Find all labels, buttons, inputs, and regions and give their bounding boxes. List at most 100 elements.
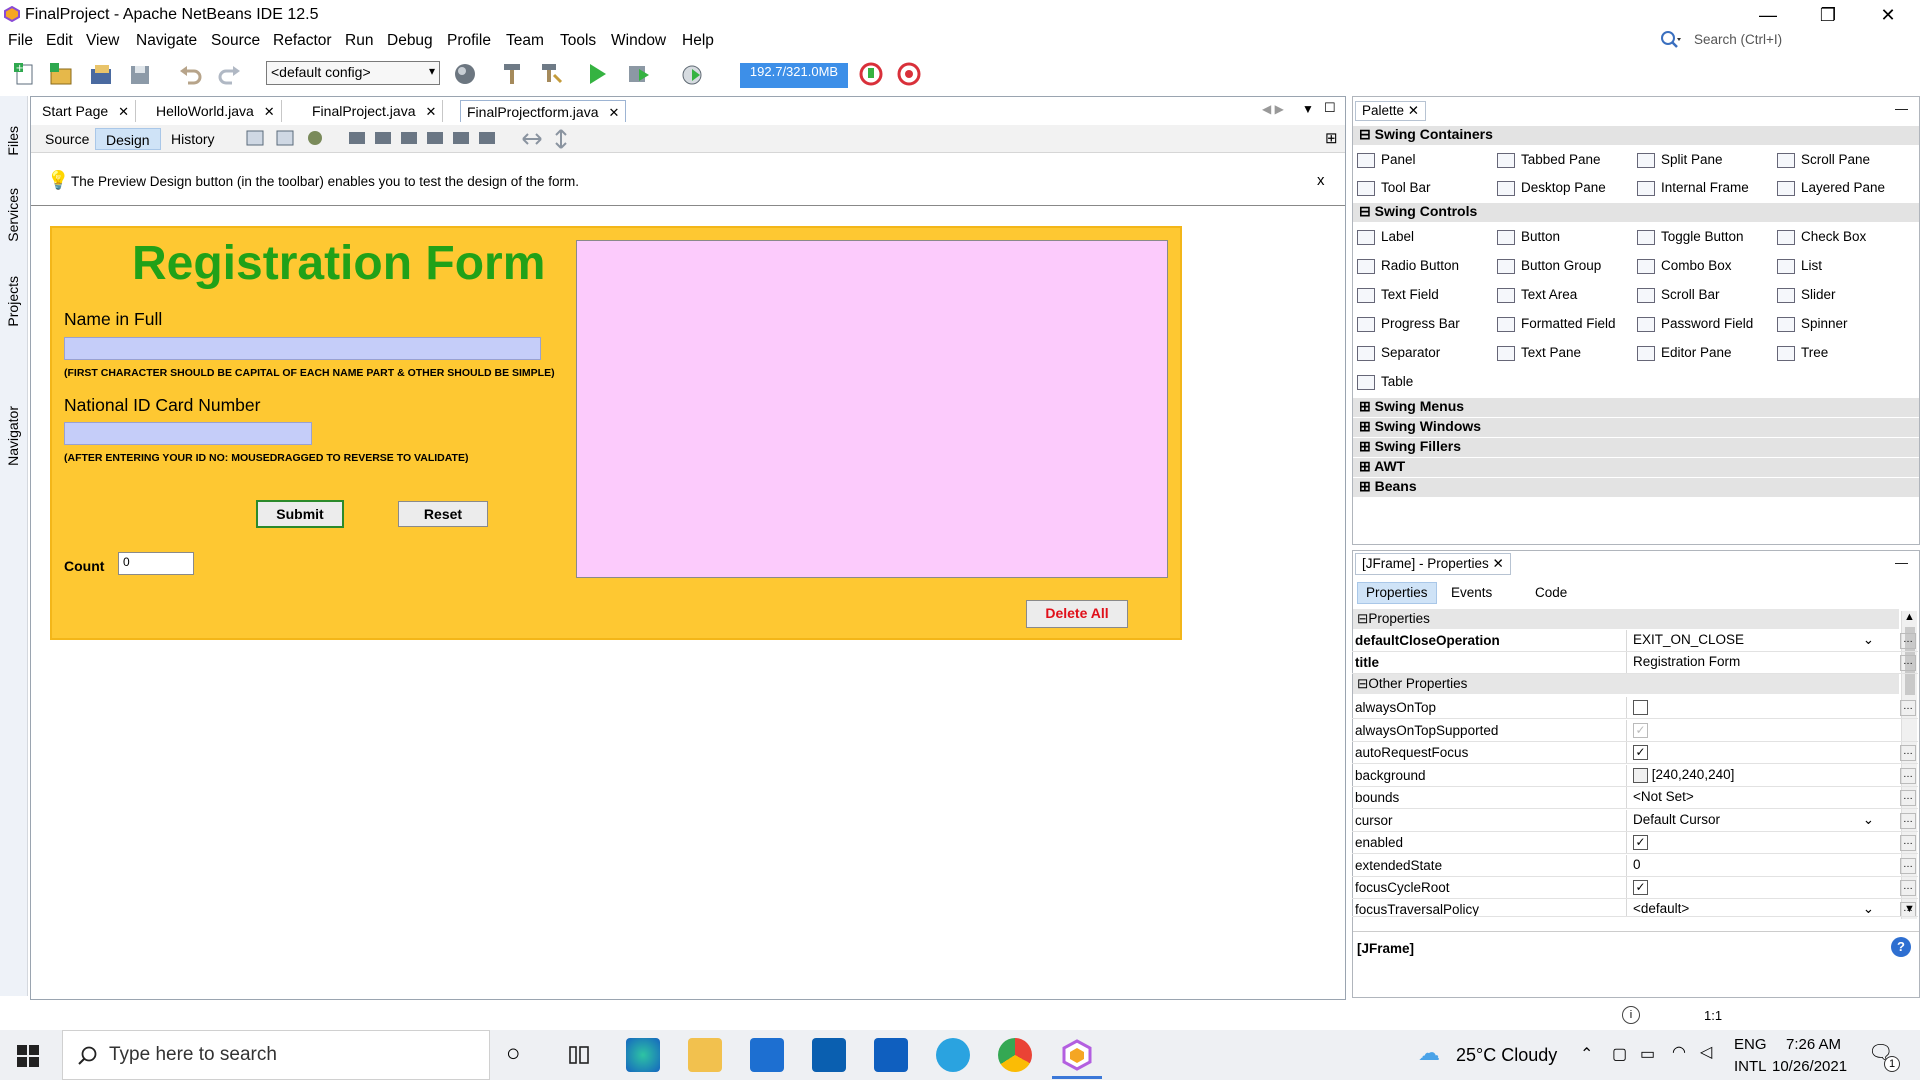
prop-value[interactable]: ✓ (1626, 742, 1878, 763)
minimize-button[interactable]: — (1740, 0, 1796, 30)
netbeans-taskbar-icon[interactable] (1060, 1038, 1094, 1072)
palette-item-progress-bar[interactable]: Progress Bar (1355, 316, 1460, 332)
prop-value[interactable]: 0 (1626, 855, 1878, 876)
checkbox-checked[interactable]: ✓ (1633, 879, 1648, 895)
delete-all-button[interactable]: Delete All (1026, 600, 1128, 628)
undo-icon[interactable] (178, 61, 204, 87)
palette-item-radio-button[interactable]: Radio Button (1355, 258, 1459, 274)
side-tab-services[interactable]: Services (5, 188, 21, 242)
alignment-icons[interactable] (347, 128, 507, 150)
memory-indicator[interactable]: 192.7/321.0MB (740, 63, 848, 88)
menu-edit[interactable]: Edit (46, 32, 73, 50)
ellipsis-button[interactable]: … (1900, 835, 1916, 851)
ellipsis-button[interactable]: … (1900, 700, 1916, 716)
palette-item-tabbed-pane[interactable]: Tabbed Pane (1495, 152, 1601, 168)
palette-item-slider[interactable]: Slider (1775, 287, 1836, 303)
minimize-panel-icon[interactable]: — (1895, 101, 1908, 116)
prop-row-title[interactable]: title Registration Form… (1352, 652, 1918, 674)
tab-design[interactable]: Design (95, 128, 161, 150)
section-swing-containers[interactable]: ⊟ Swing Containers (1353, 126, 1919, 145)
palette-item-toggle-button[interactable]: Toggle Button (1635, 229, 1744, 245)
tab-finalprojectform[interactable]: FinalProjectform.java ✕ (460, 100, 627, 122)
menu-navigate[interactable]: Navigate (136, 32, 197, 50)
palette-item-text-pane[interactable]: Text Pane (1495, 345, 1581, 361)
prop-row-bounds[interactable]: bounds <Not Set>… (1352, 787, 1918, 809)
prop-row-auto-request-focus[interactable]: autoRequestFocus ✓… (1352, 742, 1918, 764)
prop-value[interactable]: Registration Form (1626, 652, 1878, 673)
weather-icon[interactable]: ☁ (1418, 1040, 1440, 1066)
close-icon[interactable]: ✕ (264, 104, 275, 119)
profile-project-icon[interactable] (680, 61, 706, 87)
clock-time[interactable]: 7:26 AM (1786, 1036, 1841, 1053)
run-project-icon[interactable] (584, 61, 610, 87)
menu-help[interactable]: Help (682, 32, 714, 50)
palette-item-text-area[interactable]: Text Area (1495, 287, 1577, 303)
prop-row-always-on-top[interactable]: alwaysOnTop… (1352, 697, 1918, 719)
prop-value[interactable]: <Not Set> (1626, 787, 1878, 808)
input-layout[interactable]: INTL (1734, 1058, 1767, 1075)
tab-source[interactable]: Source (35, 128, 99, 150)
new-file-icon[interactable]: + (12, 61, 38, 87)
palette-item-editor-pane[interactable]: Editor Pane (1635, 345, 1732, 361)
tab-list-icon[interactable]: ▼ (1302, 102, 1314, 116)
close-icon[interactable]: ✕ (609, 105, 620, 120)
config-select[interactable]: <default config> ▾ (266, 61, 440, 85)
tab-scroll-arrows-icon[interactable]: ◀ ▶ (1262, 102, 1284, 116)
debug-project-icon[interactable] (626, 61, 652, 87)
group-other-properties[interactable]: ⊟Other Properties (1353, 674, 1899, 694)
palette-item-tool-bar[interactable]: Tool Bar (1355, 180, 1431, 196)
prop-row-focus-traversal-policy[interactable]: focusTraversalPolicy <default> ⌄… (1352, 899, 1918, 917)
edge-icon[interactable] (626, 1038, 660, 1072)
help-icon[interactable]: ? (1891, 937, 1911, 957)
palette-item-panel[interactable]: Panel (1355, 152, 1416, 168)
palette-item-button[interactable]: Button (1495, 229, 1560, 245)
clock-date[interactable]: 10/26/2021 (1772, 1058, 1847, 1075)
close-icon[interactable]: ✕ (1493, 556, 1504, 571)
side-tab-files[interactable]: Files (5, 126, 21, 156)
palette-item-table[interactable]: Table (1355, 374, 1413, 390)
prop-value[interactable]: Default Cursor ⌄ (1626, 810, 1878, 831)
checkbox-checked[interactable]: ✓ (1633, 744, 1648, 760)
chrome-icon[interactable] (998, 1038, 1032, 1072)
clean-build-icon[interactable] (538, 61, 564, 87)
prop-row-focus-cycle-root[interactable]: focusCycleRoot ✓… (1352, 877, 1918, 899)
scroll-up-icon[interactable]: ▲ (1904, 611, 1915, 623)
prop-row-background[interactable]: background [240,240,240]… (1352, 765, 1918, 787)
palette-item-label[interactable]: Label (1355, 229, 1414, 245)
reset-button[interactable]: Reset (398, 501, 488, 527)
close-icon[interactable]: ✕ (118, 104, 129, 119)
gc-icon[interactable] (858, 61, 884, 87)
new-project-icon[interactable] (48, 61, 74, 87)
side-tab-navigator[interactable]: Navigator (5, 406, 21, 466)
prop-row-extended-state[interactable]: extendedState 0… (1352, 855, 1918, 877)
tab-history[interactable]: History (161, 128, 225, 150)
weather-text[interactable]: 25°C Cloudy (1456, 1045, 1557, 1066)
wifi-icon[interactable]: ◠ (1672, 1042, 1686, 1062)
save-all-icon[interactable] (128, 61, 154, 87)
output-text-area[interactable] (576, 240, 1168, 578)
ellipsis-button[interactable]: … (1900, 858, 1916, 874)
prop-value[interactable]: EXIT_ON_CLOSE ⌄ (1626, 630, 1878, 651)
resize-icons[interactable] (521, 128, 575, 150)
taskbar-search-box[interactable]: Type here to search (62, 1030, 490, 1080)
search-icon[interactable] (1660, 30, 1682, 50)
menu-view[interactable]: View (86, 32, 119, 50)
prop-value[interactable]: ✓ (1626, 832, 1878, 853)
palette-item-internal-frame[interactable]: Internal Frame (1635, 180, 1749, 196)
notifications-icon[interactable]: i (1622, 1006, 1640, 1024)
section-swing-fillers[interactable]: ⊞ Swing Fillers (1353, 438, 1919, 457)
browser-globe-icon[interactable] (452, 61, 478, 87)
redo-icon[interactable] (216, 61, 242, 87)
close-window-button[interactable]: ✕ (1860, 0, 1916, 30)
menu-debug[interactable]: Debug (387, 32, 433, 50)
ellipsis-button[interactable]: … (1900, 633, 1916, 649)
menu-refactor[interactable]: Refactor (273, 32, 332, 50)
count-field[interactable]: 0 (118, 552, 194, 575)
tab-properties[interactable]: Properties (1357, 582, 1437, 604)
prop-value[interactable]: <default> ⌄ (1626, 899, 1878, 916)
section-swing-windows[interactable]: ⊞ Swing Windows (1353, 418, 1919, 437)
palette-item-formatted-field[interactable]: Formatted Field (1495, 316, 1616, 332)
palette-item-desktop-pane[interactable]: Desktop Pane (1495, 180, 1606, 196)
palette-item-password-field[interactable]: Password Field (1635, 316, 1753, 332)
prop-row-enabled[interactable]: enabled ✓… (1352, 832, 1918, 854)
